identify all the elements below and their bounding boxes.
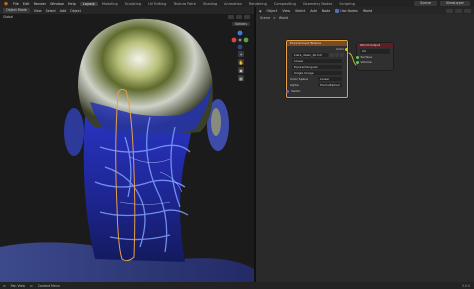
- color-space-dropdown[interactable]: Linear: [318, 76, 342, 82]
- hand-icon[interactable]: ✋: [238, 59, 244, 65]
- tab-geometry-nodes[interactable]: Geometry Nodes: [300, 2, 336, 6]
- tab-shading[interactable]: Shading: [200, 2, 220, 6]
- tab-layout[interactable]: Layout: [79, 1, 98, 6]
- menu-add[interactable]: Add: [60, 9, 66, 13]
- color-output-label: Color: [336, 47, 344, 51]
- tab-uv-editing[interactable]: UV Editing: [145, 2, 169, 6]
- blender-logo-icon[interactable]: ◉: [2, 1, 10, 7]
- viewport-nav-tools: + ✋ ▣ ▦: [238, 51, 246, 83]
- surface-socket[interactable]: [355, 55, 359, 59]
- 3d-viewport[interactable]: Object Mode View Select Add Object Globa…: [0, 7, 254, 282]
- tab-rendering[interactable]: Rendering: [246, 2, 270, 6]
- node-title: World Output: [357, 43, 393, 48]
- status-pan-view: Pan View: [10, 283, 26, 288]
- vector-input-label: Vector: [291, 89, 301, 93]
- tab-texture-paint[interactable]: Texture Paint: [170, 2, 199, 6]
- image-new-button[interactable]: [335, 53, 339, 57]
- scene-selector[interactable]: Scene: [414, 1, 437, 6]
- image-open-button[interactable]: [340, 53, 344, 57]
- menu-window[interactable]: Window: [50, 2, 64, 6]
- color-space-label: Color Space: [290, 77, 308, 81]
- mouse-icon: ⊙: [30, 283, 33, 288]
- volume-input-label: Volume: [360, 60, 372, 64]
- alpha-dropdown[interactable]: Premultiplied: [318, 82, 342, 88]
- shading-rendered-button[interactable]: [244, 15, 250, 19]
- tab-compositing[interactable]: Compositing: [271, 2, 299, 6]
- tab-scripting[interactable]: Scripting: [336, 2, 358, 6]
- image-browse-button[interactable]: [330, 53, 334, 57]
- navigation-gizmo[interactable]: [230, 29, 250, 51]
- source-dropdown[interactable]: Single Image: [292, 70, 342, 76]
- menu-view[interactable]: View: [34, 9, 42, 13]
- tab-modeling[interactable]: Modeling: [99, 2, 121, 6]
- menu-object[interactable]: Object: [70, 9, 81, 13]
- version-label: 3.0.0: [461, 283, 470, 288]
- options-button[interactable]: Options: [231, 22, 250, 26]
- status-context-menu: Context Menu: [37, 283, 60, 288]
- image-selector[interactable]: kiara_dawn_4k.hdr: [292, 52, 328, 58]
- menu-edit[interactable]: Edit: [23, 2, 30, 6]
- zoom-icon[interactable]: +: [238, 51, 244, 57]
- camera-icon[interactable]: ▣: [238, 67, 244, 73]
- environment-texture-node[interactable]: Environment Texture Color kiara_dawn_4k.…: [286, 40, 348, 98]
- alpha-label: Alpha: [290, 83, 299, 87]
- target-dropdown[interactable]: All: [360, 49, 390, 54]
- tab-sculpting[interactable]: Sculpting: [122, 2, 144, 6]
- status-bar: ⊙ Pan View ⊙ Context Menu 3.0.0: [0, 282, 474, 289]
- interpolation-dropdown[interactable]: Linear: [292, 58, 342, 64]
- menu-render[interactable]: Render: [34, 2, 46, 6]
- menu-help[interactable]: Help: [68, 2, 76, 6]
- mouse-icon: ⊙: [3, 283, 6, 288]
- shading-solid-button[interactable]: [228, 15, 234, 19]
- world-output-node[interactable]: World Output All Surface Volume: [355, 43, 393, 70]
- view-layer-selector[interactable]: ViewLayer: [439, 1, 470, 6]
- shading-material-button[interactable]: [236, 15, 242, 19]
- viewport-header: Object Mode View Select Add Object: [0, 7, 254, 14]
- grid-icon[interactable]: ▦: [238, 75, 244, 81]
- transform-orientation[interactable]: Global: [3, 15, 13, 19]
- viewport-render: [0, 7, 254, 282]
- projection-dropdown[interactable]: Equirectangular: [292, 64, 342, 70]
- menu-select[interactable]: Select: [46, 9, 56, 13]
- surface-input-label: Surface: [360, 55, 372, 59]
- menu-file[interactable]: File: [13, 2, 19, 6]
- mode-selector[interactable]: Object Mode: [3, 8, 30, 13]
- color-socket[interactable]: [345, 47, 348, 51]
- volume-socket[interactable]: [355, 60, 359, 64]
- viewport-tool-header: Global: [0, 14, 254, 20]
- tab-animation[interactable]: Animation: [221, 2, 245, 6]
- top-bar: ◉ File Edit Render Window Help Layout Mo…: [0, 0, 474, 7]
- vector-socket[interactable]: [286, 89, 289, 93]
